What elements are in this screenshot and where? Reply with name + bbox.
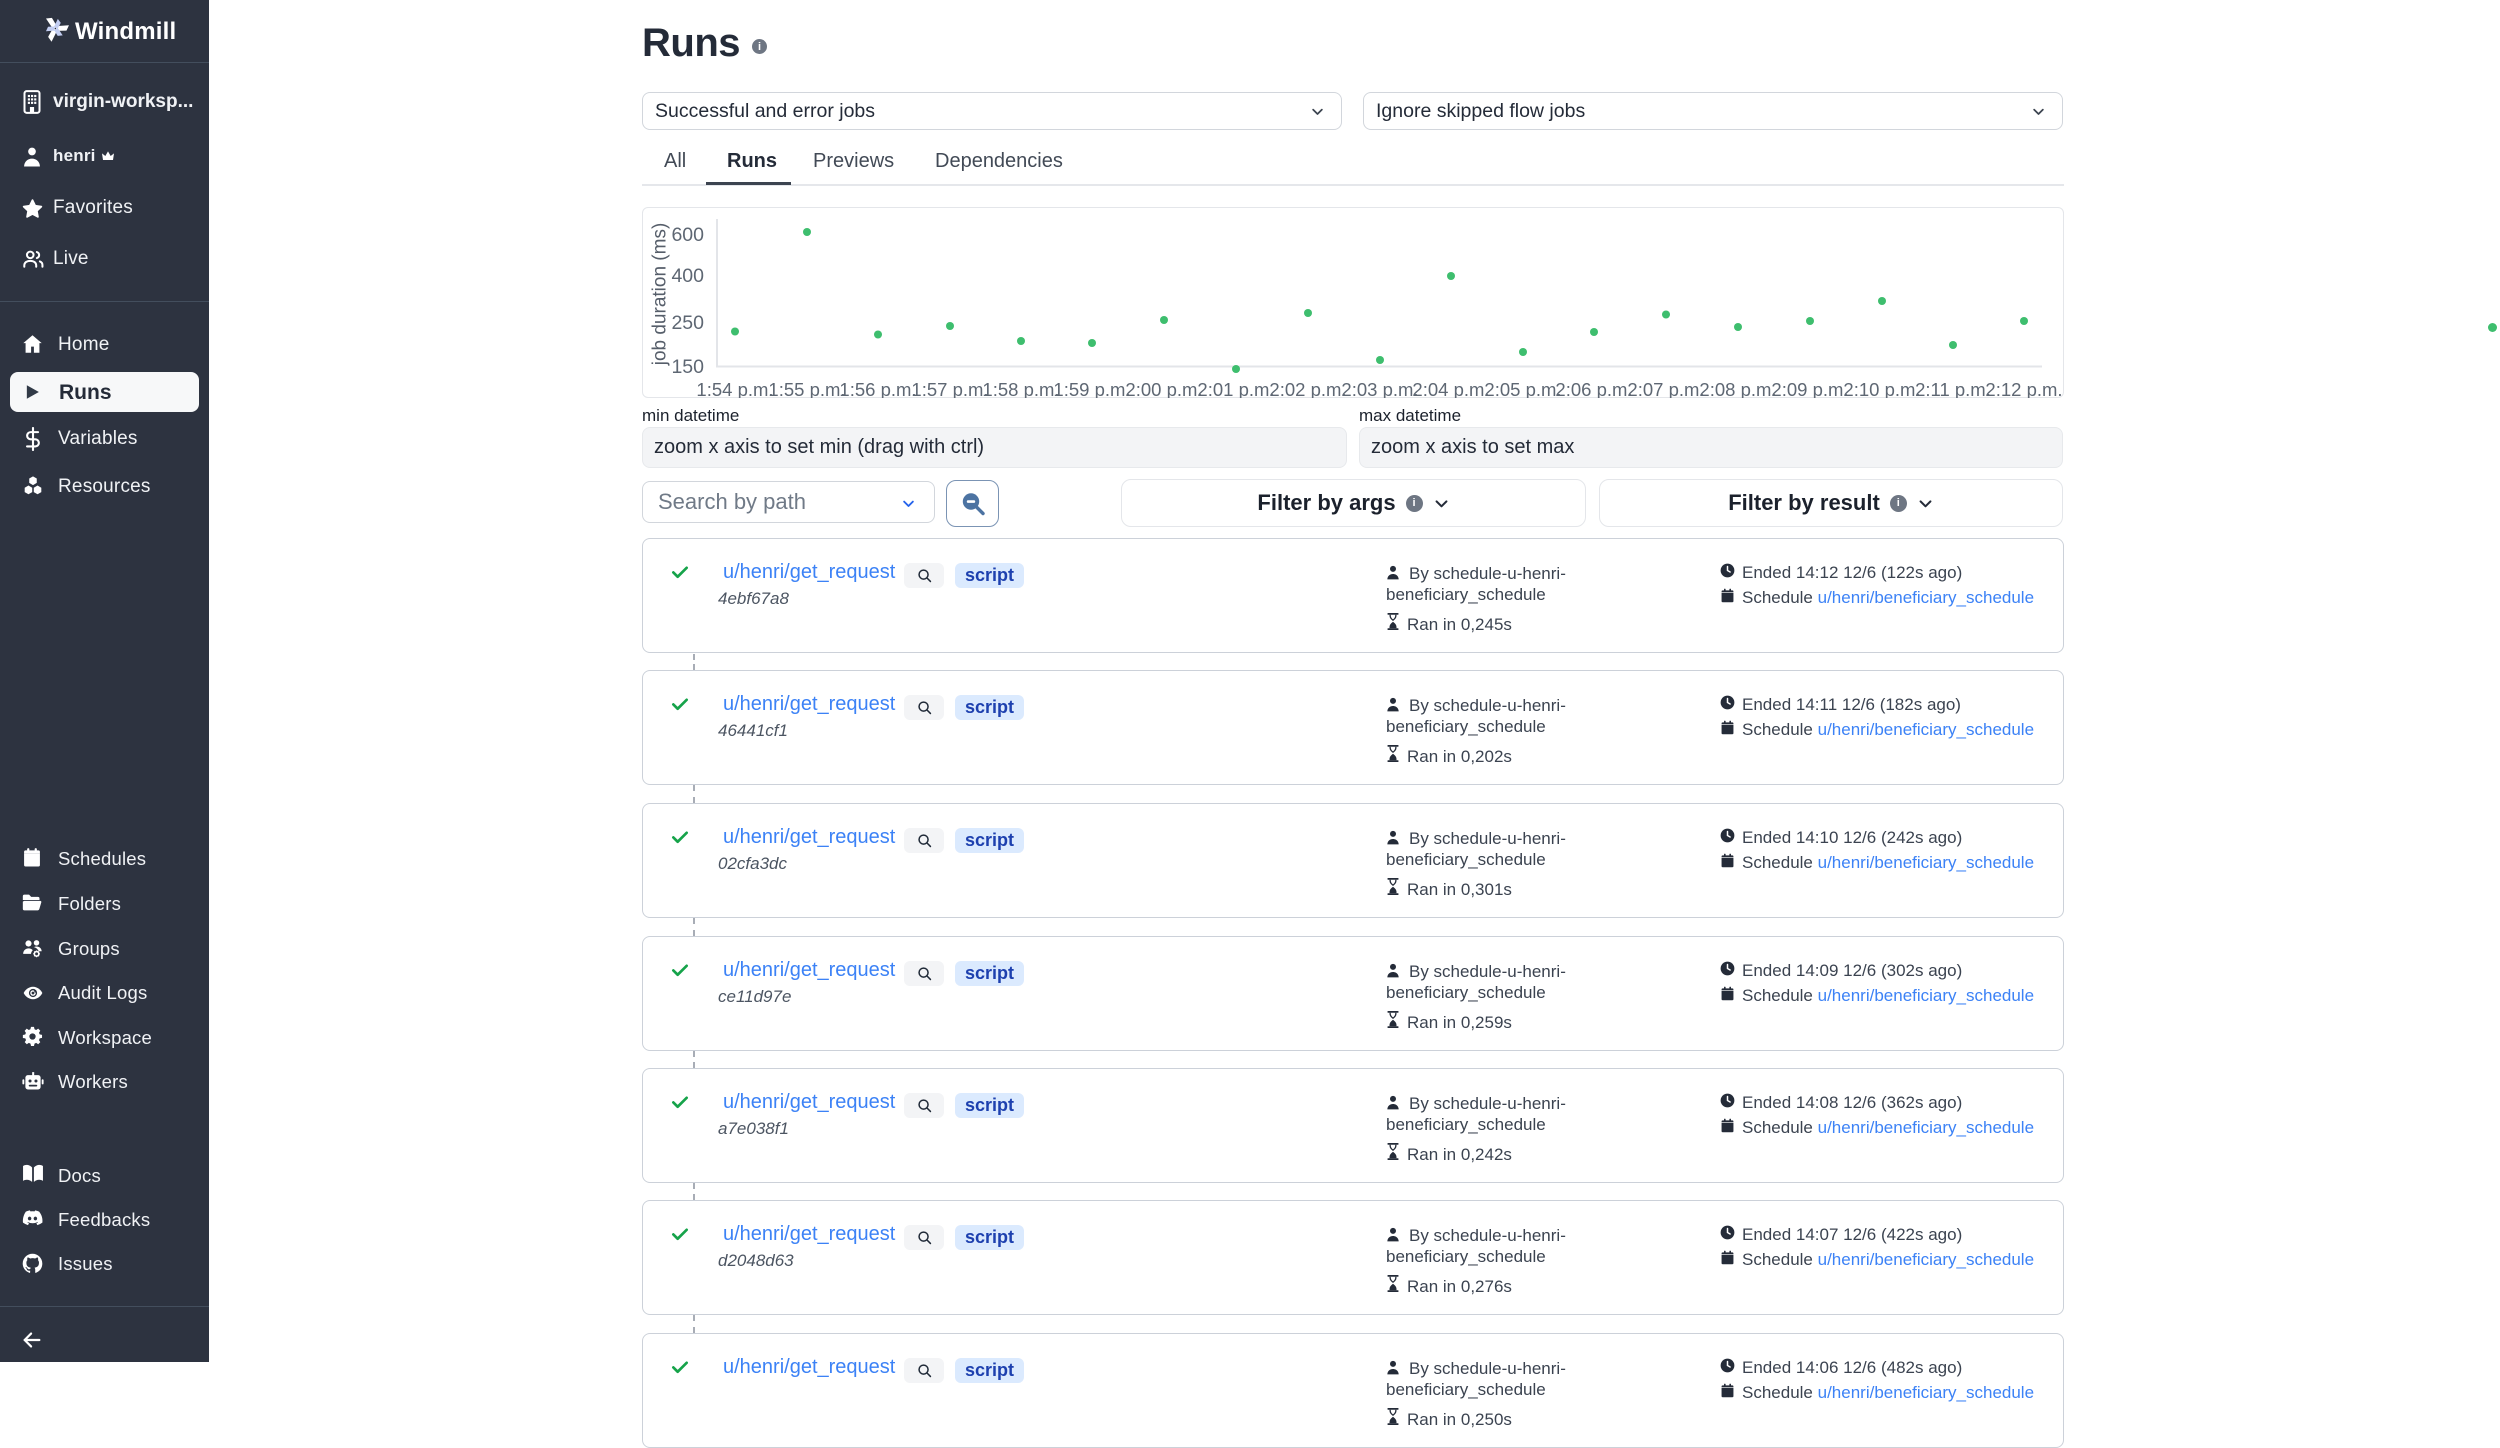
svg-text:2:10 p.m.: 2:10 p.m.	[1843, 379, 1920, 398]
svg-text:250: 250	[671, 312, 704, 334]
svg-text:2:01 p.m.: 2:01 p.m.	[1197, 379, 1274, 398]
svg-text:2:12 p.m.: 2:12 p.m.	[1985, 379, 2062, 398]
svg-text:2:05 p.m.: 2:05 p.m.	[1484, 379, 1561, 398]
svg-text:1:59 p.m.: 1:59 p.m.	[1053, 379, 1130, 398]
svg-text:1:57 p.m.: 1:57 p.m.	[911, 379, 988, 398]
svg-text:1:54 p.m.: 1:54 p.m.	[696, 379, 773, 398]
svg-text:2:11 p.m.: 2:11 p.m.	[1915, 379, 1991, 398]
svg-text:400: 400	[671, 265, 704, 287]
svg-text:2:06 p.m.: 2:06 p.m.	[1555, 379, 1632, 398]
svg-text:2:03 p.m.: 2:03 p.m.	[1341, 379, 1418, 398]
svg-text:600: 600	[671, 224, 704, 246]
svg-text:150: 150	[671, 356, 704, 378]
svg-text:2:00 p.m.: 2:00 p.m.	[1125, 379, 1202, 398]
svg-text:1:55 p.m.: 1:55 p.m.	[768, 379, 845, 398]
svg-text:1:56 p.m.: 1:56 p.m.	[839, 379, 916, 398]
svg-text:1:58 p.m.: 1:58 p.m.	[982, 379, 1059, 398]
svg-text:2:09 p.m.: 2:09 p.m.	[1771, 379, 1848, 398]
svg-text:2:07 p.m.: 2:07 p.m.	[1627, 379, 1704, 398]
svg-text:2:04 p.m.: 2:04 p.m.	[1412, 379, 1489, 398]
svg-text:2:02 p.m.: 2:02 p.m.	[1269, 379, 1346, 398]
svg-text:2:08 p.m.: 2:08 p.m.	[1699, 379, 1776, 398]
